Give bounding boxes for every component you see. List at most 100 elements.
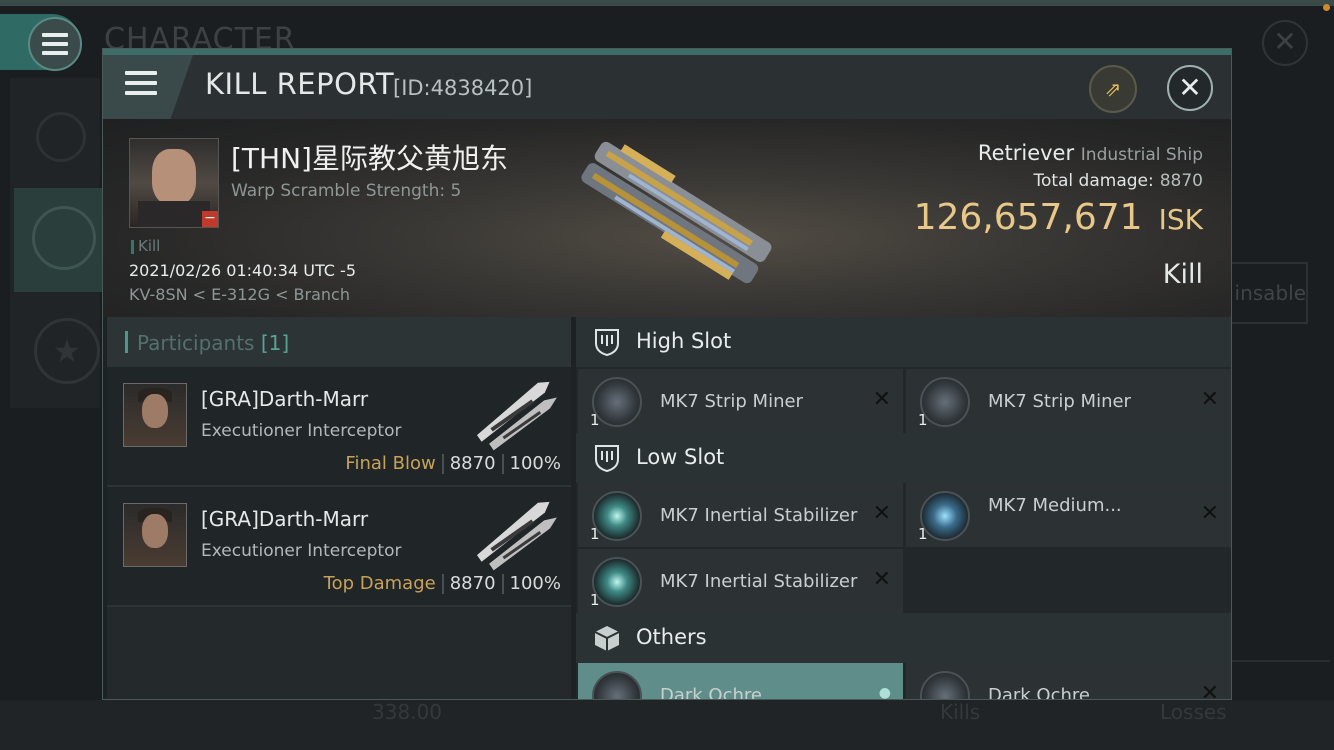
- participants-panel: Participants [1] [GRA]Darth-Marr Executi…: [107, 317, 571, 699]
- victim-name[interactable]: [THN]星际教父黄旭东: [231, 137, 508, 177]
- participant-avatar[interactable]: [123, 503, 187, 567]
- fitted-item[interactable]: 1 MK7 Strip Miner ✕: [578, 369, 903, 433]
- total-damage-label: Total damage:: [1033, 171, 1154, 191]
- ship-class: Industrial Ship: [1080, 145, 1203, 165]
- footer-losses: Losses: [1160, 700, 1227, 724]
- participant-avatar[interactable]: [123, 383, 187, 447]
- participant-row[interactable]: [GRA]Darth-Marr Executioner Interceptor …: [107, 487, 571, 607]
- destroyed-icon: ✕: [1200, 387, 1219, 412]
- item-name: Dark Ochre: [988, 685, 1090, 700]
- fitted-item[interactable]: 1 MK7 Strip Miner ✕: [906, 369, 1231, 433]
- low-slot-label: Low Slot: [636, 445, 725, 469]
- others-label: Others: [636, 625, 707, 649]
- background-footer: 338.00 Kills Losses: [0, 700, 1334, 750]
- participant-ship: Executioner Interceptor: [201, 541, 402, 561]
- total-damage: Total damage: 8870: [1033, 171, 1203, 191]
- item-name: MK7 Strip Miner: [988, 391, 1131, 412]
- fitted-item[interactable]: 1 MK7 Inertial Stabilizer ✕: [578, 549, 903, 613]
- participant-ship-icon: [476, 501, 557, 571]
- item-name: MK7 Strip Miner: [660, 391, 803, 412]
- participant-ship-icon: [476, 381, 557, 451]
- participant-row[interactable]: [GRA]Darth-Marr Executioner Interceptor …: [107, 367, 571, 487]
- item-qty: 1: [590, 525, 600, 543]
- isk-unit: ISK: [1158, 203, 1203, 236]
- item-name: Dark Ochre: [660, 685, 762, 700]
- victim-ship-image: [581, 141, 772, 284]
- participant-role: Final Blow: [345, 453, 436, 474]
- participant-percent: 100%: [509, 573, 561, 594]
- sidebar-item-combat[interactable]: [14, 188, 102, 292]
- item-qty: 1: [590, 591, 600, 609]
- participant-damage: 8870: [449, 573, 496, 594]
- participant-damage: 8870: [449, 453, 496, 474]
- dialog-title: KILL REPORT: [205, 67, 395, 101]
- list-icon[interactable]: [36, 112, 86, 162]
- destroyed-icon: ✕: [872, 501, 891, 526]
- victim-ship[interactable]: Retriever Industrial Ship: [978, 141, 1203, 165]
- notification-dot: [1323, 4, 1330, 11]
- cargo-item[interactable]: Dark Ochre ✕: [906, 663, 1231, 700]
- background-close-icon[interactable]: ✕: [1262, 20, 1308, 66]
- crossed-swords-icon: [32, 206, 96, 270]
- divider: [1230, 660, 1330, 662]
- participant-ship: Executioner Interceptor: [201, 421, 402, 441]
- cargo-item[interactable]: Dark Ochre ●: [578, 663, 903, 700]
- destroyed-icon: ✕: [1200, 681, 1219, 700]
- participant-name: [GRA]Darth-Marr: [201, 507, 369, 531]
- kill-datetime: 2021/02/26 01:40:34 UTC -5: [129, 261, 357, 280]
- destroyed-icon: ✕: [1200, 501, 1219, 526]
- ore-icon: [920, 671, 970, 699]
- menu-icon: [125, 71, 157, 101]
- total-damage-value: 8870: [1159, 171, 1203, 191]
- participants-count: [1]: [260, 331, 290, 355]
- item-qty: 1: [918, 411, 928, 429]
- participant-stats: Final Blow 8870 100%: [345, 453, 561, 474]
- high-slot-label: High Slot: [636, 329, 732, 353]
- main-menu-button[interactable]: [0, 14, 82, 71]
- footer-value: 338.00: [372, 700, 442, 724]
- participants-label: Participants: [137, 331, 255, 355]
- item-name: MK7 Medium...: [988, 495, 1122, 516]
- item-qty: 1: [918, 525, 928, 543]
- kill-tag-label: Kill: [138, 237, 161, 255]
- destroyed-icon: ✕: [872, 567, 891, 592]
- top-bar: [0, 0, 1334, 6]
- high-slot-header: High Slot: [576, 317, 1231, 367]
- fitting-panel: High Slot 1 MK7 Strip Miner ✕ 1 MK7 Stri…: [576, 317, 1231, 700]
- participant-stats: Top Damage 8870 100%: [324, 573, 561, 594]
- dialog-header: KILL REPORT [ID:4838420] ⇗ ✕: [103, 55, 1231, 119]
- ore-icon: [592, 671, 642, 699]
- star-badge-icon[interactable]: ★: [34, 318, 100, 384]
- victim-banner: − [THN]星际教父黄旭东 Warp Scramble Strength: 5…: [103, 119, 1231, 317]
- fitted-item[interactable]: 1 MK7 Medium... ✕: [906, 483, 1231, 547]
- menu-icon: [28, 17, 82, 71]
- participant-percent: 100%: [509, 453, 561, 474]
- participant-role: Top Damage: [323, 573, 436, 594]
- share-icon[interactable]: ⇗: [1089, 65, 1137, 113]
- shield-slot-icon: [595, 445, 619, 473]
- close-icon[interactable]: ✕: [1167, 65, 1213, 111]
- warp-scramble-strength: Warp Scramble Strength: 5: [231, 181, 462, 201]
- isk-amount: 126,657,671: [913, 197, 1143, 238]
- kill-result: Kill: [1162, 259, 1203, 290]
- isk-value: 126,657,671 ISK: [914, 197, 1203, 238]
- report-id: [ID:4838420]: [393, 76, 533, 100]
- destroyed-icon: ✕: [872, 387, 891, 412]
- shield-slot-icon: [595, 329, 619, 357]
- background-sidebar: ★: [10, 78, 102, 408]
- dropped-icon: ●: [878, 685, 891, 700]
- dialog-menu-button[interactable]: [103, 55, 193, 119]
- item-name: MK7 Inertial Stabilizer: [660, 505, 858, 526]
- victim-portrait[interactable]: −: [129, 138, 219, 228]
- kill-report-dialog: KILL REPORT [ID:4838420] ⇗ ✕ − [THN]星际教父…: [102, 48, 1232, 700]
- ship-name: Retriever: [977, 141, 1075, 165]
- item-qty: 1: [590, 411, 600, 429]
- fitted-item[interactable]: 1 MK7 Inertial Stabilizer ✕: [578, 483, 903, 547]
- kill-location[interactable]: KV-8SN < E-312G < Branch: [129, 285, 350, 304]
- standing-minus-icon: −: [202, 211, 218, 227]
- item-name: MK7 Inertial Stabilizer: [660, 571, 858, 592]
- participant-name: [GRA]Darth-Marr: [201, 387, 369, 411]
- others-header: Others: [576, 613, 1231, 663]
- low-slot-header: Low Slot: [576, 433, 1231, 483]
- participants-header: Participants [1]: [107, 317, 571, 367]
